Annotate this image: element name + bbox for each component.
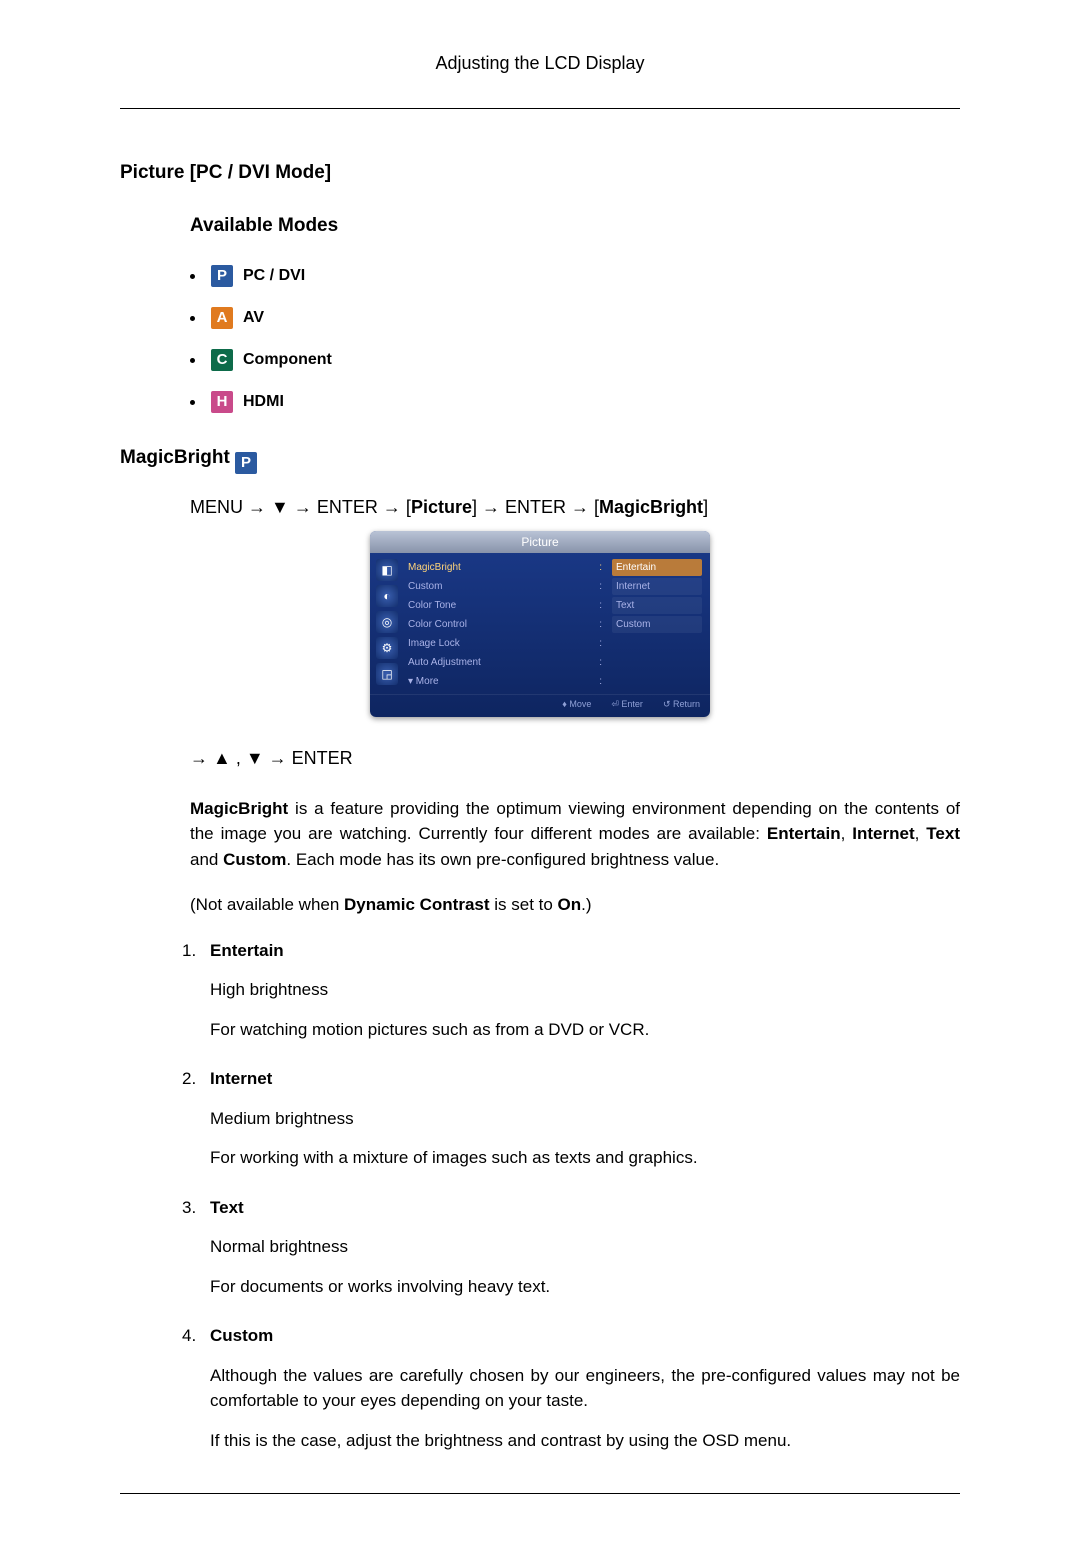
osd-menu-item: Color Tone: [406, 597, 604, 614]
osd-nav-icon: ⚙ [376, 637, 398, 659]
section-title-magicbright: MagicBright P [120, 444, 960, 474]
osd-footer-enter: ⏎ Enter [611, 698, 643, 712]
mode-descriptions-list: Entertain High brightness For watching mot… [210, 938, 960, 1454]
arrow-icon: → [383, 497, 401, 517]
item-paragraph: Normal brightness [210, 1234, 960, 1260]
osd-menu-item: Image Lock: [406, 635, 604, 652]
arrow-icon: → [571, 497, 589, 517]
mode-list-item: C Component [190, 348, 960, 372]
item-paragraph: Medium brightness [210, 1106, 960, 1132]
mode-icon: P [211, 265, 233, 287]
nav-enter: ENTER [317, 497, 378, 517]
mode-label: Component [243, 348, 332, 372]
osd-nav-icon: ◧ [376, 559, 398, 581]
item-paragraph: Although the values are carefully chosen… [210, 1363, 960, 1414]
header-divider [120, 108, 960, 109]
bullet-icon [190, 358, 195, 363]
magicbright-label: MagicBright [120, 447, 230, 468]
nav-picture-bold: Picture [411, 497, 472, 517]
mode-icon: C [211, 349, 233, 371]
list-item: Entertain High brightness For watching mot… [210, 938, 960, 1043]
magicbright-description: MagicBright is a feature providing the o… [190, 796, 960, 873]
page-header-title: Adjusting the LCD Display [120, 50, 960, 83]
osd-title: Picture [370, 531, 710, 553]
mode-label: HDMI [243, 390, 284, 414]
osd-footer-return: ↺ Return [663, 698, 700, 712]
item-title: Internet [210, 1066, 960, 1092]
mode-icon: A [211, 307, 233, 329]
list-item: Internet Medium brightness For working wit… [210, 1066, 960, 1171]
osd-menu-item: Auto Adjustment: [406, 654, 604, 671]
osd-nav-icon: ◐ [376, 585, 398, 607]
arrow-icon: → [248, 497, 266, 517]
osd-option-item: Internet [612, 578, 702, 595]
item-title: Custom [210, 1323, 960, 1349]
osd-nav-icon: ◲ [376, 663, 398, 685]
osd-menu-item: Color Control: [406, 616, 604, 633]
osd-menu-item: MagicBright: [406, 559, 604, 576]
bullet-icon [190, 400, 195, 405]
osd-menu-item: Custom: [406, 578, 604, 595]
list-item: Text Normal brightness For documents or wo… [210, 1195, 960, 1300]
osd-nav-icon: ◎ [376, 611, 398, 633]
osd-option-item: Custom [612, 616, 702, 633]
item-paragraph: For working with a mixture of images suc… [210, 1145, 960, 1171]
menu-navigation-continue: → ▲ , ▼ → ENTER [190, 745, 960, 772]
down-icon: ▼ [271, 497, 289, 517]
nav-menu: MENU [190, 497, 243, 517]
item-title: Text [210, 1195, 960, 1221]
section-title-picture: Picture [PC / DVI Mode] [120, 159, 960, 188]
nav-enter: ENTER [505, 497, 566, 517]
item-paragraph: For watching motion pictures such as fro… [210, 1017, 960, 1043]
osd-option-item: Entertain [612, 559, 702, 576]
available-modes-list: P PC / DVI A AV C Component H HDMI [190, 264, 960, 414]
osd-side-nav: ◧ ◐ ◎ ⚙ ◲ [376, 559, 398, 690]
mode-label: AV [243, 306, 264, 330]
nav-magicbright-bold: MagicBright [599, 497, 703, 517]
menu-navigation-path: MENU → ▼ → ENTER → [Picture] → ENTER → [… [190, 494, 960, 521]
bullet-icon [190, 274, 195, 279]
osd-screenshot: Picture ◧ ◐ ◎ ⚙ ◲ MagicBright: Custom: Color T… [370, 531, 710, 717]
mode-list-item: A AV [190, 306, 960, 330]
footer-divider [120, 1493, 960, 1494]
mode-label: PC / DVI [243, 264, 305, 288]
osd-option-item: Text [612, 597, 702, 614]
item-paragraph: High brightness [210, 977, 960, 1003]
dynamic-contrast-note: (Not available when Dynamic Contrast is … [190, 892, 960, 918]
osd-menu-list: MagicBright: Custom: Color Tone: Color Cont… [406, 559, 604, 690]
mode-list-item: H HDMI [190, 390, 960, 414]
osd-footer-move: ♦ Move [562, 698, 591, 712]
section-title-available-modes: Available Modes [190, 212, 960, 241]
list-item: Custom Although the values are carefully … [210, 1323, 960, 1453]
item-title: Entertain [210, 938, 960, 964]
arrow-icon: → [482, 497, 500, 517]
bullet-icon [190, 316, 195, 321]
item-paragraph: For documents or works involving heavy t… [210, 1274, 960, 1300]
mode-list-item: P PC / DVI [190, 264, 960, 288]
osd-options-list: Entertain Internet Text Custom [612, 559, 702, 690]
osd-footer: ♦ Move ⏎ Enter ↺ Return [370, 694, 710, 717]
arrow-icon: → [294, 497, 312, 517]
osd-menu-item: ▾ More: [406, 673, 604, 690]
mode-icon: H [211, 391, 233, 413]
p-icon: P [235, 452, 257, 474]
item-paragraph: If this is the case, adjust the brightne… [210, 1428, 960, 1454]
